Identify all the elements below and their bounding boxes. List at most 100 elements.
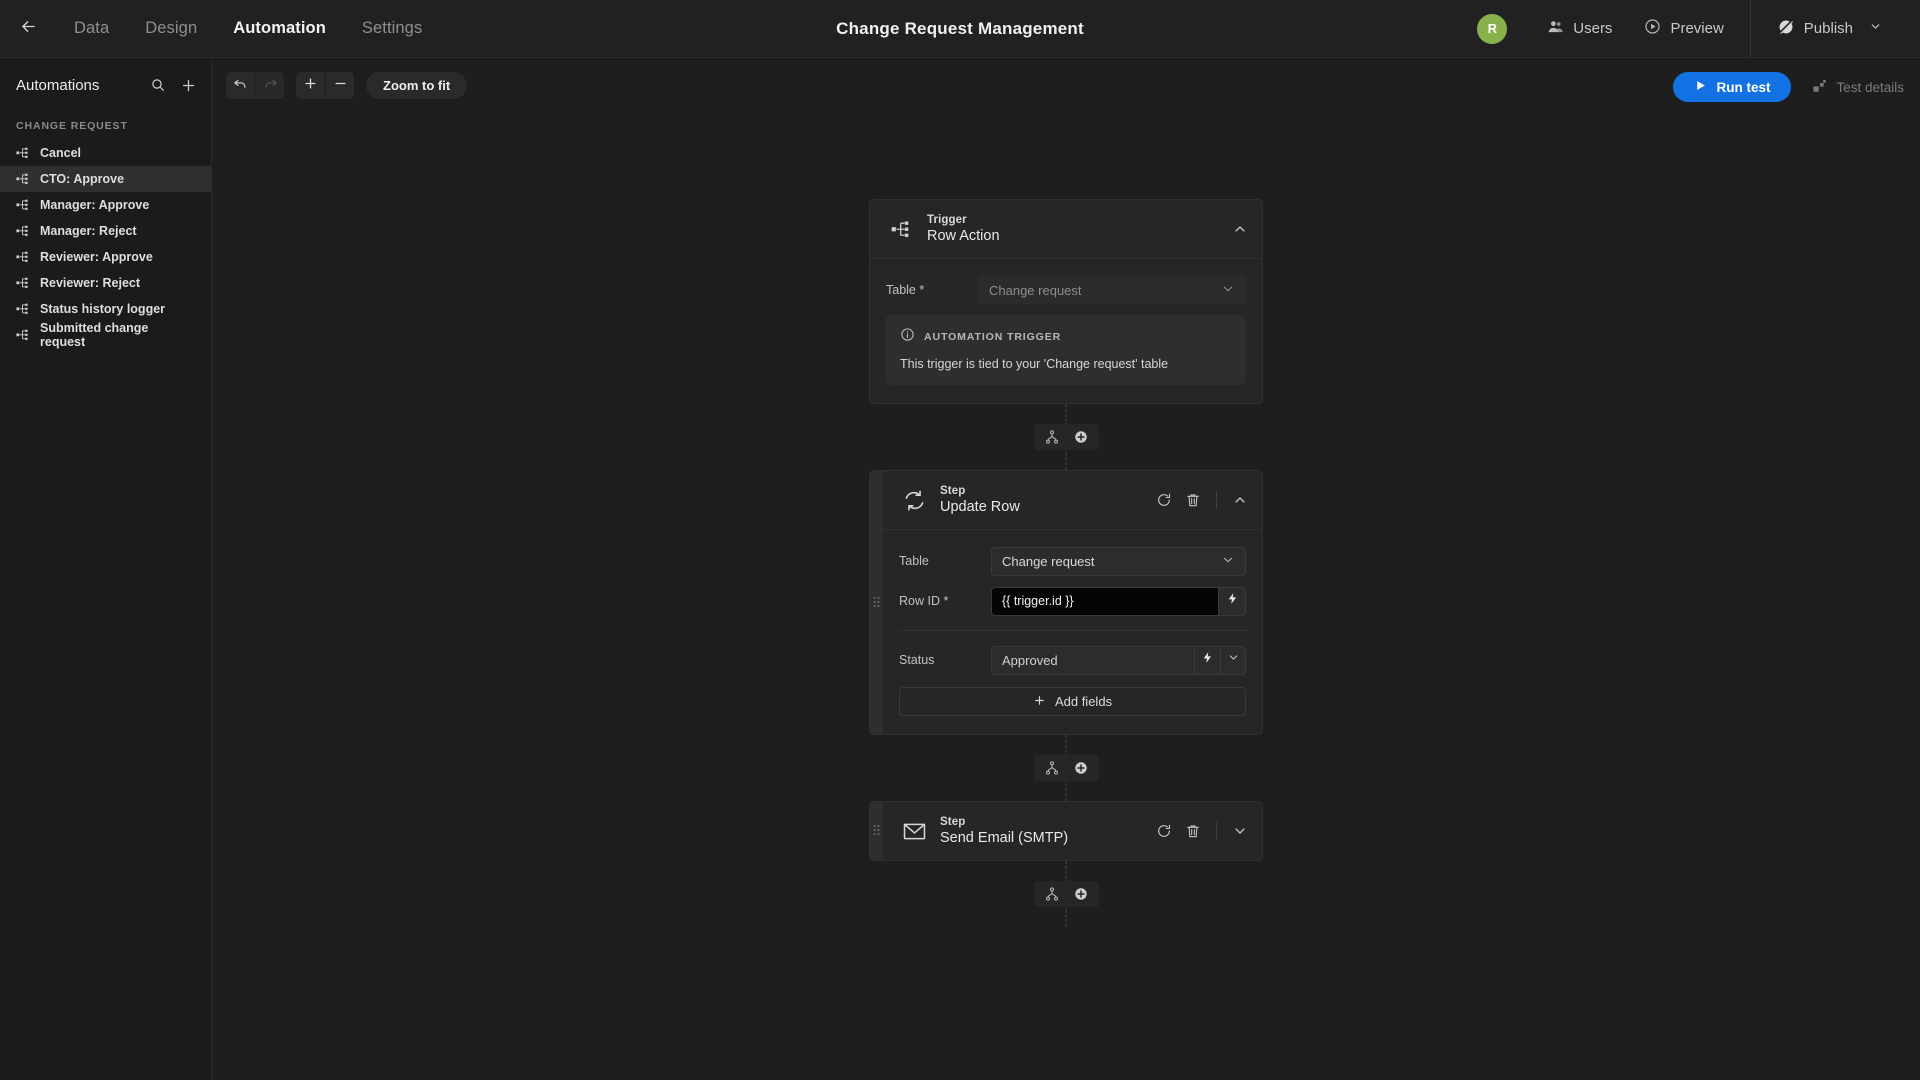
publish-button[interactable]: Publish — [1761, 0, 1898, 58]
add-fields-button[interactable]: Add fields — [899, 687, 1246, 716]
users-button[interactable]: Users — [1531, 0, 1628, 58]
canvas-toolbar: Zoom to fit — [226, 72, 468, 99]
trigger-table-select[interactable]: Change request — [978, 275, 1246, 305]
sidebar-item-label: CTO: Approve — [40, 172, 125, 186]
tab-design[interactable]: Design — [127, 0, 215, 58]
tab-settings[interactable]: Settings — [344, 0, 440, 58]
preview-button[interactable]: Preview — [1628, 0, 1739, 58]
update-row-table-value: Change request — [1002, 553, 1095, 569]
sidebar-item-status-history-logger[interactable]: Status history logger — [0, 296, 211, 322]
zoom-out-button[interactable] — [325, 72, 354, 99]
drag-handle-icon[interactable] — [870, 471, 883, 734]
search-icon[interactable] — [150, 77, 166, 93]
flow-node-icon — [16, 303, 28, 314]
rerun-icon[interactable] — [1156, 823, 1172, 839]
redo-button[interactable] — [255, 72, 284, 99]
sidebar-item-manager-reject[interactable]: Manager: Reject — [0, 218, 211, 244]
chevron-up-icon[interactable] — [1232, 492, 1248, 508]
sidebar-item-cto-approve[interactable]: CTO: Approve — [0, 166, 211, 192]
update-row-status-field: Status Approved — [899, 645, 1246, 675]
tab-data[interactable]: Data — [56, 0, 127, 58]
users-label: Users — [1573, 20, 1613, 37]
plus-circle-icon[interactable] — [1073, 886, 1089, 902]
trigger-card-content: Table * Change request AUTOMATION TRIGGE… — [870, 259, 1262, 403]
update-row-table-select[interactable]: Change request — [991, 546, 1246, 576]
redo-icon — [263, 76, 278, 96]
status-binding-button[interactable] — [1194, 645, 1220, 675]
flow-node-icon — [16, 173, 28, 184]
trigger-table-value: Change request — [989, 282, 1082, 298]
plus-circle-icon[interactable] — [1073, 429, 1089, 445]
trigger-table-control: Change request — [978, 275, 1246, 305]
back-button[interactable] — [0, 0, 56, 58]
branch-icon[interactable] — [1044, 429, 1060, 445]
trash-icon[interactable] — [1185, 492, 1201, 508]
flow-node-icon — [16, 199, 28, 210]
drag-handle-icon[interactable] — [870, 802, 883, 860]
run-test-label: Run test — [1716, 79, 1771, 95]
plus-icon[interactable] — [180, 77, 197, 94]
chevron-down-icon[interactable] — [1232, 823, 1248, 839]
sidebar-item-reviewer-approve[interactable]: Reviewer: Approve — [0, 244, 211, 270]
users-icon — [1547, 18, 1564, 39]
test-details-button[interactable]: Test details — [1813, 79, 1904, 96]
update-row-name-label: Update Row — [940, 499, 1020, 515]
undo-button[interactable] — [226, 72, 255, 99]
status-input[interactable]: Approved — [991, 645, 1194, 675]
sidebar-header: Automations — [0, 64, 211, 106]
flow-node-icon — [16, 225, 28, 236]
publish-globe-slash-icon — [1777, 18, 1795, 40]
row-id-input[interactable]: {{ trigger.id }} — [991, 586, 1218, 616]
trash-icon[interactable] — [1185, 823, 1201, 839]
avatar[interactable]: R — [1477, 13, 1508, 44]
step-card-body: Step Update Row Table Change request Row… — [883, 471, 1262, 734]
tab-automation[interactable]: Automation — [215, 0, 344, 58]
flow-node-icon — [16, 329, 28, 340]
sidebar-item-cancel[interactable]: Cancel — [0, 140, 211, 166]
plus-icon — [1033, 694, 1046, 710]
flow-node-icon — [890, 218, 913, 241]
run-test-button[interactable]: Run test — [1673, 72, 1792, 102]
step-card-send-email[interactable]: Step Send Email (SMTP) — [869, 801, 1263, 861]
sidebar-item-label: Reviewer: Reject — [40, 276, 141, 290]
sidebar-item-submitted-change-request[interactable]: Submitted change request — [0, 321, 211, 349]
connector-actions-3 — [1033, 881, 1099, 907]
update-row-header: Step Update Row — [883, 471, 1262, 529]
automation-canvas[interactable]: Zoom to fit Run test Test details Trigge… — [212, 58, 1920, 1080]
test-details-icon — [1813, 79, 1827, 96]
trigger-card[interactable]: Trigger Row Action Table * Change reques… — [869, 199, 1263, 404]
minus-icon — [333, 76, 348, 96]
row-id-binding-button[interactable] — [1218, 586, 1246, 616]
actions-divider — [1216, 491, 1217, 509]
flow-node-icon — [16, 277, 28, 288]
plus-circle-icon[interactable] — [1073, 760, 1089, 776]
publish-label: Publish — [1803, 20, 1853, 37]
update-row-content: Table Change request Row ID * {{trigger… — [883, 530, 1262, 734]
flow-node-icon — [16, 147, 28, 158]
sidebar-item-label: Manager: Approve — [40, 198, 150, 212]
app-root: Data Design Automation Settings Change R… — [0, 0, 1920, 1080]
zoom-button-group — [296, 72, 354, 99]
send-email-kind-label: Step — [940, 816, 966, 828]
step-card-update-row[interactable]: Step Update Row Table Change request Row… — [869, 470, 1263, 735]
update-row-actions — [1156, 491, 1248, 509]
branch-icon[interactable] — [1044, 886, 1060, 902]
branch-icon[interactable] — [1044, 760, 1060, 776]
undo-icon — [233, 76, 248, 96]
rerun-icon[interactable] — [1156, 492, 1172, 508]
fields-separator — [899, 630, 1246, 631]
status-dropdown-button[interactable] — [1220, 645, 1246, 675]
play-icon — [1694, 79, 1707, 95]
update-row-rowid-field: Row ID * {{ trigger.id }} — [899, 586, 1246, 616]
update-row-table-label: Table — [899, 554, 929, 568]
sidebar-item-manager-approve[interactable]: Manager: Approve — [0, 192, 211, 218]
flow-connector-3 — [869, 861, 1263, 927]
sidebar-title: Automations — [16, 76, 100, 94]
zoom-to-fit-button[interactable]: Zoom to fit — [366, 72, 468, 99]
chevron-down-icon — [1221, 553, 1235, 570]
zoom-in-button[interactable] — [296, 72, 325, 99]
sidebar-item-reviewer-reject[interactable]: Reviewer: Reject — [0, 270, 211, 296]
update-row-status-control: Approved — [991, 645, 1246, 675]
connector-actions-1 — [1033, 424, 1099, 450]
chevron-up-icon[interactable] — [1232, 221, 1248, 237]
